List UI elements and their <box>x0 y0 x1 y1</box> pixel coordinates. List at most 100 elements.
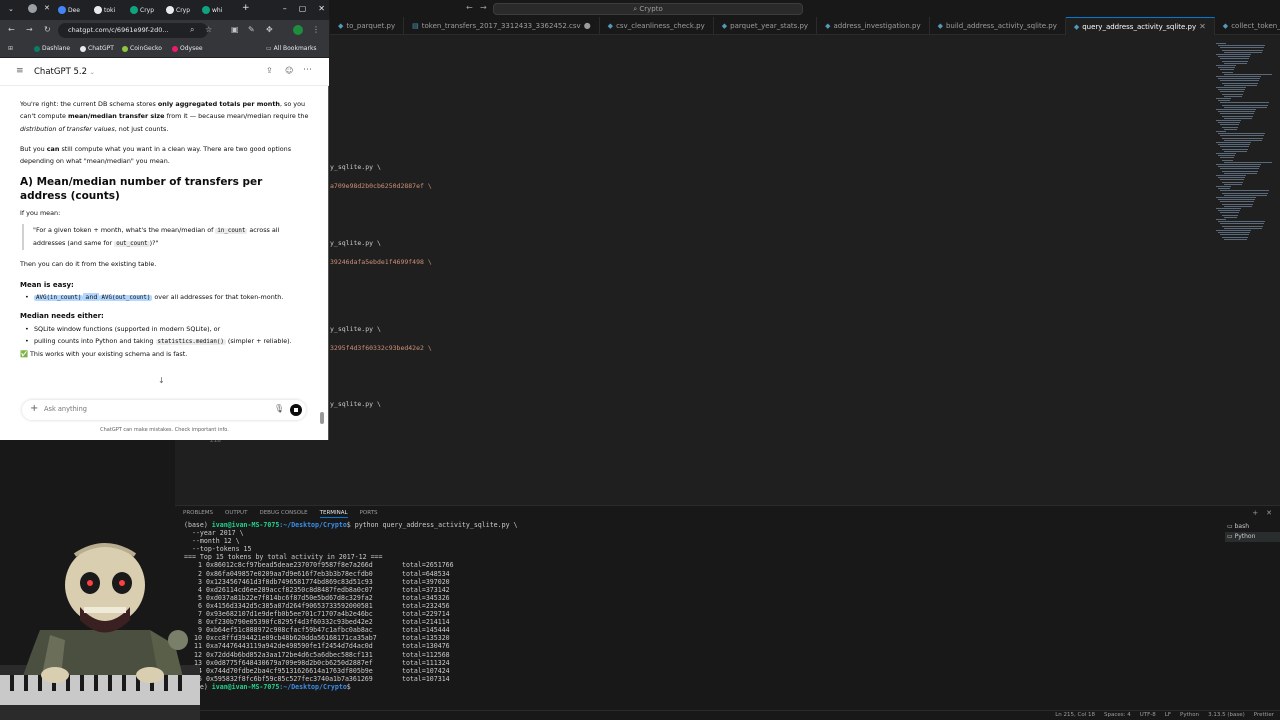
forward-icon[interactable]: → <box>26 25 33 34</box>
ask-input[interactable] <box>44 405 244 413</box>
editor-tab[interactable]: ◆collect_token_metadata.py <box>1215 17 1280 35</box>
apps-grid-icon[interactable]: ⊞ <box>8 45 13 52</box>
line-ending[interactable]: LF <box>1165 712 1171 718</box>
panel-tab[interactable]: PORTS <box>360 510 378 518</box>
minimap-line <box>1218 56 1250 58</box>
minimap-line <box>1224 62 1247 64</box>
minimap-line <box>1216 109 1256 110</box>
browser-tab[interactable]: Dee <box>58 3 80 17</box>
editor-tab[interactable]: ▤ token_transfers_2017_3312433_3362452.cs… <box>404 17 600 35</box>
menu-kebab-icon[interactable]: ⋮ <box>312 25 320 34</box>
browser-tab[interactable]: Cryp <box>130 3 154 17</box>
minimap-line <box>1222 225 1263 227</box>
panel-tab[interactable]: PROBLEMS <box>183 510 213 518</box>
minimap-line <box>1222 236 1248 238</box>
minimap[interactable] <box>1212 35 1280 505</box>
editor-tab[interactable]: ◆ address_investigation.py <box>817 17 930 35</box>
minimize-icon[interactable]: – <box>283 4 287 13</box>
bookmark-dashlane[interactable]: Dashlane <box>34 45 70 52</box>
plus-icon[interactable]: + <box>30 403 38 414</box>
add-terminal-icon[interactable]: + <box>1252 509 1258 517</box>
model-selector[interactable]: ChatGPT 5.2 ⌄ <box>34 67 95 77</box>
tab-search-icon[interactable]: ⌄ <box>8 5 14 13</box>
result-row: 1 0x86012c8cf97bead5deae237070f9587f8e7a2… <box>198 561 454 570</box>
tab-favicon-icon[interactable] <box>28 4 37 13</box>
chat-scrollbar[interactable] <box>320 90 324 425</box>
minimap-line <box>1216 43 1226 44</box>
command-center-search[interactable]: ⌕ Crypto <box>493 3 803 15</box>
forward-arrow-icon[interactable]: → <box>480 3 487 12</box>
microphone-icon[interactable]: 🎙︎ <box>274 404 284 413</box>
terminal-instance[interactable]: ▭ bash <box>1225 522 1280 532</box>
editor-tab[interactable]: ◆ csv_cleanliness_check.py <box>600 17 714 35</box>
terminal-output[interactable]: (base) ivan@ivan-MS-7075:~/Desktop/Crypt… <box>184 521 1204 711</box>
close-window-icon[interactable]: ✕ <box>318 4 325 13</box>
code-editor[interactable]: y_sqlite.py \ a709e98d2b0cb6250d2887ef \ y… <box>330 35 1210 505</box>
new-tab-icon[interactable]: + <box>242 3 250 13</box>
subheading: Median needs either: <box>20 312 104 321</box>
terminal-instance[interactable]: ▭ Python <box>1225 532 1280 542</box>
list-item: SQLite window functions (supported in mo… <box>20 323 310 336</box>
minimap-line <box>1218 221 1265 223</box>
editor-tab[interactable]: ◆ to_parquet.py <box>330 17 405 35</box>
indentation[interactable]: Spaces: 4 <box>1104 712 1131 718</box>
reload-icon[interactable]: ↻ <box>44 25 51 34</box>
chatgpt-icon <box>80 45 86 52</box>
close-tab-icon[interactable]: ✕ <box>1199 18 1206 36</box>
extensions-puzzle-icon[interactable]: ✥ <box>266 25 273 34</box>
search-icon[interactable]: ⌕ <box>190 25 194 35</box>
back-arrow-icon[interactable]: ← <box>466 3 473 12</box>
back-icon[interactable]: ← <box>8 25 15 34</box>
result-row: 10 0xcc8ffd394421e09cb48b620dda56168171ca… <box>194 634 450 643</box>
edit-icon[interactable]: ✎ <box>248 25 255 34</box>
close-tab-icon[interactable]: ✕ <box>44 4 50 12</box>
browser-tab[interactable]: Cryp <box>166 3 190 17</box>
browser-tab[interactable]: toki <box>94 3 115 17</box>
minimap-line <box>1216 208 1241 209</box>
minimap-line <box>1222 214 1238 216</box>
scrollbar-thumb[interactable] <box>320 412 324 424</box>
editor-tab[interactable]: ◆ query_address_activity_sqlite.py ✕ <box>1065 17 1215 36</box>
maximize-icon[interactable]: ▢ <box>299 4 307 13</box>
bottom-panel: PROBLEMS OUTPUT DEBUG CONSOLE TERMINAL PORTS… <box>175 505 1280 710</box>
all-bookmarks[interactable]: ▭ All Bookmarks <box>266 45 317 52</box>
bookmark-coingecko[interactable]: CoinGecko <box>122 45 162 52</box>
panel-tab[interactable]: TERMINAL <box>319 510 348 518</box>
language-mode[interactable]: Python <box>1180 712 1199 718</box>
extension-icon[interactable]: ▣ <box>231 25 239 34</box>
editor-tab[interactable]: ◆ build_address_activity_sqlite.py <box>930 17 1066 35</box>
address-bar[interactable]: chatgpt.com/c/6961e99f-2d0... <box>58 23 208 38</box>
profile-avatar[interactable] <box>293 25 303 35</box>
bookmark-chatgpt[interactable]: ChatGPT <box>80 45 114 52</box>
bookmark-star-icon[interactable]: ☆ <box>205 25 212 34</box>
share-icon[interactable]: ⇪ <box>266 66 273 75</box>
more-options-icon[interactable]: ⋯ <box>303 65 312 75</box>
sidebar-menu-icon[interactable]: ≡ <box>16 66 24 76</box>
minimap-line <box>1218 177 1245 179</box>
close-panel-icon[interactable]: ✕ <box>1266 509 1272 517</box>
editor-tab[interactable]: ◆ parquet_year_stats.py <box>714 17 818 35</box>
scroll-down-arrow-icon[interactable]: ↓ <box>158 376 165 385</box>
browser-tab[interactable]: whi <box>202 3 222 17</box>
stop-button[interactable] <box>290 404 302 416</box>
minimap-line <box>1220 102 1269 104</box>
panel-tab[interactable]: DEBUG CONSOLE <box>259 510 307 518</box>
add-person-icon[interactable]: ☺ <box>285 66 293 75</box>
minimap-line <box>1216 153 1236 154</box>
result-row: 6 0x4156d3342d5c385a87d264f90653733592000… <box>198 601 450 610</box>
minimap-line <box>1222 192 1268 194</box>
cursor-position[interactable]: Ln 215, Col 18 <box>1055 712 1095 718</box>
formatter[interactable]: Prettier <box>1254 712 1274 718</box>
encoding[interactable]: UTF-8 <box>1140 712 1156 718</box>
python-interpreter[interactable]: 3.13.5 (base) <box>1208 712 1245 718</box>
minimap-line <box>1216 120 1241 121</box>
bookmark-odysee[interactable]: Odysee <box>172 45 203 52</box>
minimap-line <box>1222 170 1258 172</box>
editor-tab-label: token_transfers_2017_3312433_3362452.csv <box>421 22 581 30</box>
minimap-line <box>1222 148 1248 150</box>
minimap-line <box>1220 201 1254 203</box>
minimap-line <box>1222 82 1258 84</box>
minimap-line <box>1218 122 1240 124</box>
panel-tab[interactable]: OUTPUT <box>225 510 247 518</box>
paragraph: If you mean: <box>20 209 61 218</box>
